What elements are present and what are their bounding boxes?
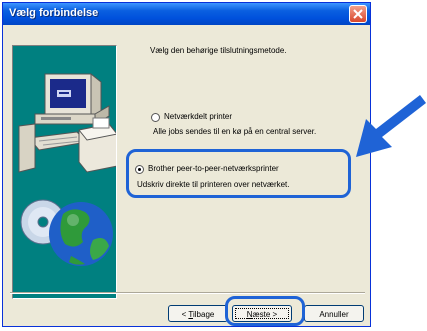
option-peer-to-peer-label[interactable]: Brother peer-to-peer-netværksprinter	[148, 164, 279, 173]
back-button-label: ilbage	[192, 310, 215, 319]
pointer-arrow-icon	[356, 95, 426, 157]
cancel-button[interactable]: Annuller	[304, 305, 364, 322]
wizard-illustration	[12, 45, 117, 299]
title-bar[interactable]: Vælg forbindelse	[3, 3, 370, 25]
option-shared-printer-label[interactable]: Netværkdelt printer	[164, 112, 232, 121]
instruction-text: Vælg den behørige tilslutningsmetode.	[150, 46, 287, 55]
close-icon	[353, 9, 363, 19]
back-button[interactable]: < Tilbage	[168, 305, 228, 322]
radio-selected-dot	[138, 168, 141, 171]
radio-shared-printer[interactable]	[151, 113, 160, 122]
globe-icon	[49, 202, 113, 266]
window-title: Vælg forbindelse	[9, 7, 99, 19]
focus-indicator	[235, 308, 289, 319]
close-button[interactable]	[349, 5, 367, 23]
dialog-window: Vælg forbindelse Vælg den behørige tilsl…	[2, 2, 371, 327]
radio-peer-to-peer-printer[interactable]	[135, 165, 144, 174]
option-shared-printer-description: Alle jobs sendes til en kø på en central…	[153, 127, 317, 136]
option-peer-to-peer-description: Udskriv direkte til printeren over netvæ…	[137, 180, 290, 189]
printer-icon	[78, 117, 116, 173]
separator	[10, 292, 365, 294]
next-button[interactable]: Næste >	[232, 305, 292, 322]
